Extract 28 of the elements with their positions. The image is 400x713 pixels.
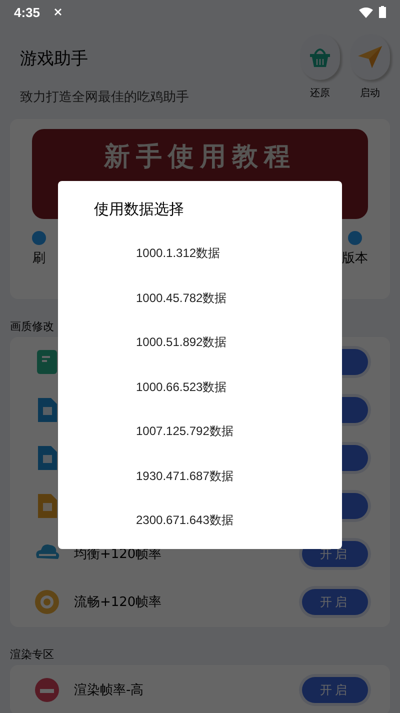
banner-title: 新手使用教程 [104, 140, 296, 174]
option-label: 流畅+120帧率 [74, 594, 162, 611]
dialog-title: 使用数据选择 [94, 200, 185, 219]
quick-action-label[interactable]: 刷 [32, 249, 46, 267]
basket-icon [309, 47, 331, 67]
battery-icon [379, 6, 386, 18]
data-option[interactable]: 1000.51.892数据 [136, 320, 227, 364]
quick-action-label[interactable]: 版本 [342, 249, 368, 267]
data-option[interactable]: 1007.125.792数据 [136, 409, 234, 454]
data-option[interactable]: 2300.671.643数据 [136, 498, 234, 542]
data-option[interactable]: 1000.66.523数据 [136, 364, 227, 409]
app-title: 游戏助手 [20, 48, 89, 70]
option-label: 渲染帧率-高 [74, 682, 144, 699]
paper-plane-icon [358, 46, 382, 68]
data-option[interactable]: 1000.1.312数据 [136, 231, 220, 276]
action-label: 还原 [310, 87, 330, 100]
quick-action-icon [348, 231, 362, 245]
app-subtitle: 致力打造全网最佳的吃鸡助手 [20, 89, 190, 106]
data-option[interactable]: 1930.471.687数据 [136, 454, 234, 498]
wifi-icon [359, 6, 373, 18]
notification-icon [54, 8, 62, 16]
action-label: 启动 [360, 86, 380, 100]
quick-action-icon [32, 231, 46, 245]
swirl-icon [34, 589, 60, 615]
section-title: 画质修改 [10, 319, 54, 334]
status-time: 4:35 [14, 4, 40, 20]
section-title: 渲染专区 [10, 647, 54, 662]
data-option[interactable]: 1000.45.782数据 [136, 276, 227, 320]
